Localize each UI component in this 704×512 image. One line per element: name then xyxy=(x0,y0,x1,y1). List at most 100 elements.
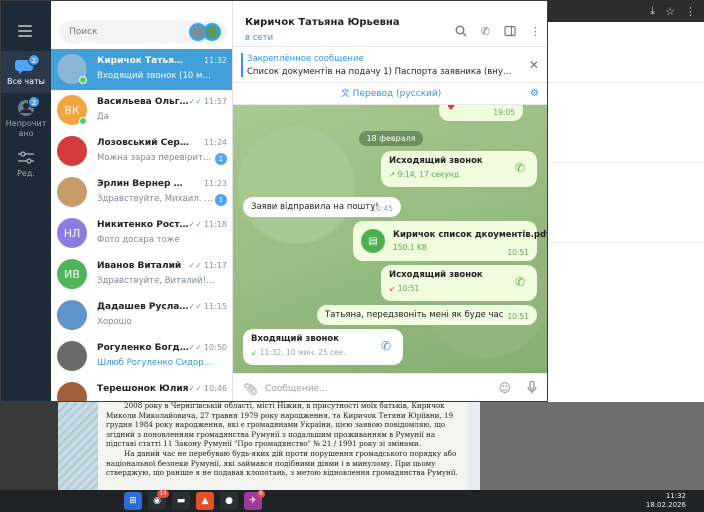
incoming-text-message[interactable]: Заяви відправила на пошту! 10:45 xyxy=(243,197,401,217)
avatar xyxy=(57,177,87,207)
telegram-app-icon[interactable]: ✈ 6 xyxy=(244,490,265,510)
translate-settings-icon[interactable]: ⚙ xyxy=(530,83,539,105)
chat-time-wrap: ✓✓ 10:50 xyxy=(189,343,227,352)
emoji-icon[interactable]: ☺ xyxy=(498,381,511,395)
folder-rail: 2 Все чаты 2 Непрочит ано Ред. xyxy=(1,1,51,401)
sidebar-toggle-icon[interactable] xyxy=(504,25,516,40)
avatar xyxy=(57,136,87,166)
file-explorer-icon[interactable]: ▬ xyxy=(172,492,190,510)
phone-icon[interactable]: ✆ xyxy=(481,25,490,40)
avatar-initials: НЛ xyxy=(63,226,81,240)
chat-time-wrap: ✓✓ 11:15 xyxy=(189,302,227,311)
outgoing-call-message[interactable]: Исходящий звонок ↙ 10:51 ✆ xyxy=(381,265,537,301)
more-icon[interactable]: ⋮ xyxy=(530,25,541,40)
chat-last-message: Да xyxy=(97,112,109,122)
search-icon[interactable] xyxy=(455,25,467,40)
folder-unread[interactable]: 2 Непрочит ано xyxy=(1,96,51,141)
chat-header[interactable]: Киричок Татьяна Юрьевна в сети ✆ ⋮ xyxy=(233,1,547,47)
microphone-icon[interactable] xyxy=(527,380,537,397)
chat-name: Васильева Ольга К... xyxy=(97,97,189,107)
call-title: Входящий звонок xyxy=(251,334,340,344)
chat-list-item[interactable]: ВК Васильева Ольга К...✓✓11:57 Да xyxy=(51,90,232,131)
translate-bar[interactable]: 文 Перевод (русский) ⚙ xyxy=(233,83,547,105)
folder-all-chats[interactable]: 2 Все чаты xyxy=(1,51,51,93)
browser-toolbar: ⤓ ☆ ⋮ xyxy=(548,0,704,22)
chat-list-item[interactable]: Рогуленко Богдан А...✓✓10:50 Шлюб Рогулен… xyxy=(51,336,232,377)
message-input[interactable] xyxy=(265,381,465,397)
chat-list-item[interactable]: Дадашев Руслан Гюнд...✓✓11:15 Хорошо xyxy=(51,295,232,336)
chat-name: Никитенко Ростисл... xyxy=(97,220,189,230)
whatsapp-icon[interactable]: ◉ 14 xyxy=(148,490,169,510)
unread-badge: 1 xyxy=(215,153,227,165)
user-icon: 2 xyxy=(15,96,40,117)
pinned-message[interactable]: Закреплённое сообщение Список документів… xyxy=(233,47,547,83)
chat-time: 11:17 xyxy=(203,261,227,270)
chrome-icon[interactable]: ● xyxy=(220,492,238,510)
system-clock[interactable]: 11:32 18.02.2026 xyxy=(646,492,686,510)
message-composer: 📎︎ ☺ xyxy=(233,373,547,401)
bookmark-icon[interactable]: ☆ xyxy=(665,5,675,18)
chat-status: в сети xyxy=(245,33,274,43)
stories-avatars[interactable] xyxy=(189,23,221,41)
more-icon[interactable]: ⋮ xyxy=(685,5,696,18)
document-viewer: 2008 року в Чернігівській області, місті… xyxy=(58,398,480,490)
call-details-text: 11:32, 10 мин. 25 сек. xyxy=(259,348,346,357)
attach-icon[interactable]: 📎︎ xyxy=(243,382,258,396)
message-text: Заяви відправила на пошту! xyxy=(251,202,379,212)
chat-last-message: Фото досара тоже xyxy=(97,235,180,245)
incoming-call-message[interactable]: Входящий звонок ↙ 11:32, 10 мин. 25 сек.… xyxy=(243,329,403,365)
chat-list-item[interactable]: Лозовський Сергей... 11:24 Можна зараз пер… xyxy=(51,131,232,172)
start-icon[interactable]: ⊞ xyxy=(124,492,142,510)
chat-last-message: Шлюб Рогуленко Сидорчук 1.... xyxy=(97,358,215,368)
clock-date: 18.02.2026 xyxy=(645,501,686,509)
outgoing-call-message[interactable]: Исходящий звонок ↗ 9:14, 17 секунд ✆ xyxy=(381,151,537,187)
close-icon[interactable]: ✕ xyxy=(529,58,539,72)
date-separator: 18 февраля xyxy=(359,131,423,146)
translate-icon: 文 xyxy=(340,89,350,99)
folder-label: Ред. xyxy=(17,169,35,178)
avatar: НЛ xyxy=(57,218,87,248)
message-list: ♥ 19:05 18 февраля Исходящий звонок ↗ 9:… xyxy=(233,105,547,373)
folder-label: Все чаты xyxy=(7,77,45,86)
call-details: ↙ 11:32, 10 мин. 25 сек. xyxy=(251,348,346,357)
message-time: 10:51 xyxy=(507,312,529,321)
brave-icon[interactable]: ▲ xyxy=(196,492,214,510)
reaction-icon: ♥ xyxy=(447,105,456,113)
outgoing-text-message[interactable]: Татьяна, передзвоніть мені як буде час 1… xyxy=(317,305,537,325)
background-panel xyxy=(480,402,704,490)
call-title: Исходящий звонок xyxy=(389,156,483,166)
taskbar-badge: 14 xyxy=(157,490,169,498)
search-box[interactable] xyxy=(59,21,227,43)
online-indicator xyxy=(79,117,87,125)
file-message[interactable]: ▤ Киричок список дкоументів.pdf 150.1 KB… xyxy=(353,221,547,261)
chat-list-item[interactable]: НЛ Никитенко Ростисл...✓✓11:18 Фото досара… xyxy=(51,213,232,254)
phone-icon[interactable]: ✆ xyxy=(515,275,525,289)
translate-label: Перевод (русский) xyxy=(352,89,442,99)
read-check-icon: ✓✓ xyxy=(188,220,202,229)
taskbar-badge: 6 xyxy=(257,490,265,498)
read-check-icon: ✓✓ xyxy=(188,261,202,270)
phone-icon[interactable]: ✆ xyxy=(381,339,391,353)
chat-name: Лозовський Сергей... xyxy=(97,138,189,148)
avatar xyxy=(57,300,87,330)
avatar-initials: ВК xyxy=(64,103,80,117)
phone-icon[interactable]: ✆ xyxy=(515,161,525,175)
message-bubble[interactable]: ♥ 19:05 xyxy=(439,105,523,121)
background-strip xyxy=(0,402,60,490)
folder-edit[interactable]: Ред. xyxy=(1,149,51,183)
folder-label: Непрочит ано xyxy=(5,119,47,138)
menu-icon[interactable] xyxy=(18,25,32,40)
chat-list-item[interactable]: Эрлин Вернер Сергеев... 11:23 Здравствуйте… xyxy=(51,172,232,213)
chat-list-item[interactable]: Терешонок Юлия ✓✓ 10:46 xyxy=(51,377,232,401)
document-paragraph: На даний час не перебуваю будь-яких дій … xyxy=(106,448,458,478)
chat-last-message: Хорошо xyxy=(97,317,132,327)
search-input[interactable] xyxy=(69,27,179,37)
file-icon[interactable]: ▤ xyxy=(361,229,385,253)
download-icon[interactable]: ⤓ xyxy=(650,4,655,18)
chat-list-item[interactable]: ИВ Иванов Виталий ✓✓ 11:17 Здравствуйте, Вит… xyxy=(51,254,232,295)
read-check-icon: ✓✓ xyxy=(188,343,202,352)
chat-time: 11:23 xyxy=(203,179,227,188)
chat-time: 11:24 xyxy=(203,138,227,147)
clock-time: 11:32 xyxy=(665,492,686,500)
chat-list-item[interactable]: Киричок Татьяна Юрь... 11:32 Входящий звон… xyxy=(51,49,232,90)
